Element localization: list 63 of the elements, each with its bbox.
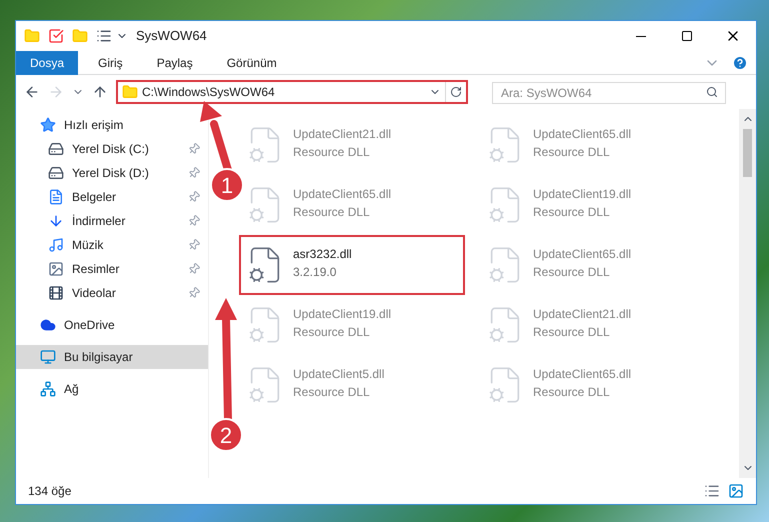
window-title: SysWOW64 [136,27,207,46]
list-icon[interactable] [96,28,112,44]
help-icon[interactable] [732,54,748,70]
properties-icon[interactable] [48,28,64,44]
maximize-icon [681,30,693,42]
file-name[interactable]: UpdateClient19.dll [533,185,632,203]
scrollbar[interactable] [739,109,756,478]
film-icon [48,285,64,301]
sidebar-item[interactable]: OneDrive [16,313,123,337]
new-folder-icon[interactable] [72,28,88,44]
refresh-icon[interactable] [450,86,462,98]
picture-icon [48,261,64,277]
scrollbar-thumb[interactable] [743,129,752,177]
highlighted-file-tile[interactable]: asr3232.dll 3.2.19.0 [239,235,465,295]
file-detail: 3.2.19.0 [293,264,338,281]
sidebar-item[interactable]: Ağ [16,377,87,401]
item-count: 134 öğe [28,483,72,500]
file-name[interactable]: UpdateClient21.dll [533,305,632,323]
file-detail: Resource DLL [533,144,611,161]
music-note-icon [48,237,64,253]
file-detail: Resource DLL [533,384,611,401]
file-name[interactable]: UpdateClient65.dll [533,125,632,143]
ribbon-tab[interactable]: Paylaş [142,50,207,74]
tiles-view-icon[interactable] [728,483,744,499]
search-icon[interactable] [706,86,718,98]
details-view-icon[interactable] [704,483,720,499]
file-name[interactable]: UpdateClient19.dll [293,305,392,323]
address-field[interactable]: C:\Windows\SysWOW64 [116,80,468,104]
sidebar-item[interactable]: Yerel Disk (D:) [16,161,208,185]
file-detail: Resource DLL [533,324,611,341]
ribbon-tab[interactable]: Görünüm [212,50,291,74]
ribbon-tab[interactable]: Giriş [84,50,137,74]
drive-icon [48,141,64,157]
star-icon [40,117,56,133]
file-name[interactable]: UpdateClient21.dll [293,125,392,143]
document-icon [48,189,64,205]
sidebar-item[interactable]: Resimler [16,257,208,281]
network-icon [40,381,56,397]
file-detail: Resource DLL [293,324,371,341]
file-detail: Resource DLL [293,384,371,401]
file-detail: Resource DLL [293,204,371,221]
cloud-icon [40,317,56,333]
file-name[interactable]: UpdateClient5.dll [293,365,384,383]
sidebar-item[interactable]: Belgeler [16,185,208,209]
file-detail: Resource DLL [533,264,611,281]
sidebar-item[interactable]: Müzik [16,233,208,257]
folder-icon [122,84,138,100]
file-detail: Resource DLL [293,144,371,161]
sidebar-item[interactable]: Videolar [16,281,208,305]
sidebar-item[interactable]: İndirmeler [16,209,208,233]
file-detail: Resource DLL [533,204,611,221]
ribbon-tab[interactable]: Dosya [16,50,78,74]
drive-icon [48,165,64,181]
sidebar-item[interactable]: Bu bilgisayar [16,345,208,369]
monitor-icon [40,349,56,365]
folder-icon[interactable] [24,28,40,44]
file-name[interactable]: UpdateClient65.dll [293,185,392,203]
file-name[interactable]: UpdateClient65.dll [533,365,632,383]
file-name[interactable]: asr3232.dll [293,245,352,263]
sidebar-item[interactable]: Hızlı erişim [16,113,132,137]
file-name[interactable]: UpdateClient65.dll [533,245,632,263]
search-field[interactable]: Ara: SysWOW64 [492,82,726,104]
sidebar-item[interactable]: Yerel Disk (C:) [16,137,208,161]
